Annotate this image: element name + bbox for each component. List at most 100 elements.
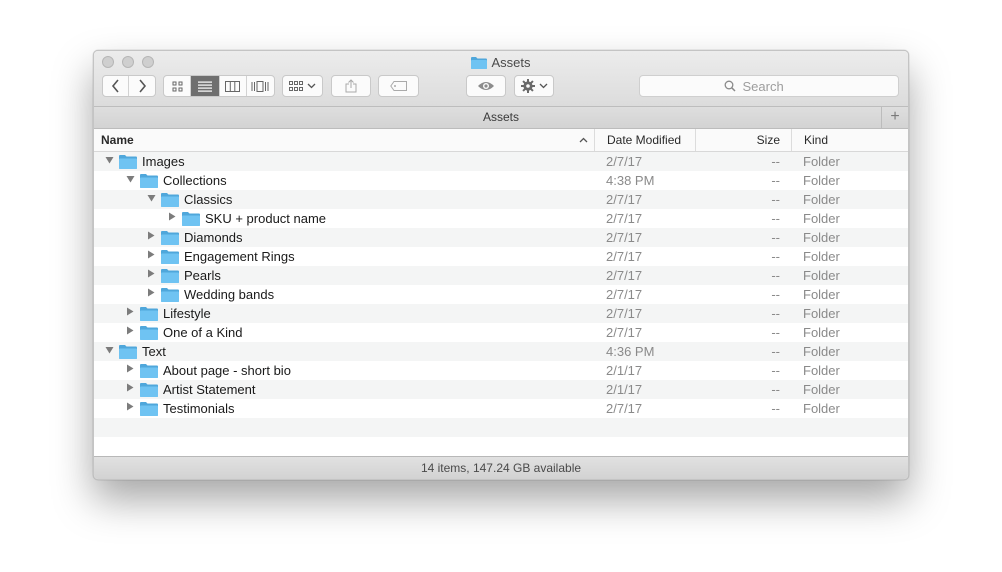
list-item[interactable]: Collections 4:38 PM -- Folder bbox=[94, 171, 908, 190]
file-name: Wedding bands bbox=[184, 287, 275, 302]
file-kind: Folder bbox=[803, 306, 840, 321]
folder-icon bbox=[161, 269, 179, 283]
file-name: Pearls bbox=[184, 268, 221, 283]
quick-look-button[interactable] bbox=[466, 75, 506, 97]
column-header: Name Date Modified Size Kind bbox=[94, 129, 908, 152]
file-kind: Folder bbox=[803, 211, 840, 226]
file-kind: Folder bbox=[803, 268, 840, 283]
disclosure-expanded-icon[interactable] bbox=[104, 342, 114, 361]
share-icon bbox=[345, 79, 357, 93]
share-button[interactable] bbox=[331, 75, 371, 97]
disclosure-expanded-icon[interactable] bbox=[125, 171, 135, 190]
disclosure-collapsed-icon[interactable] bbox=[125, 304, 135, 323]
disclosure-collapsed-icon[interactable] bbox=[146, 228, 156, 247]
disclosure-collapsed-icon[interactable] bbox=[125, 399, 135, 418]
disclosure-collapsed-icon[interactable] bbox=[125, 323, 135, 342]
list-item[interactable]: Lifestyle 2/7/17 -- Folder bbox=[94, 304, 908, 323]
list-item[interactable]: SKU + product name 2/7/17 -- Folder bbox=[94, 209, 908, 228]
list-item[interactable]: Classics 2/7/17 -- Folder bbox=[94, 190, 908, 209]
date-modified: 4:36 PM bbox=[606, 344, 655, 359]
new-tab-button[interactable]: + bbox=[881, 107, 908, 128]
tab-assets[interactable]: Assets bbox=[483, 110, 519, 124]
file-size: -- bbox=[771, 192, 780, 207]
gear-icon bbox=[520, 79, 535, 93]
folder-icon bbox=[161, 288, 179, 302]
folder-icon bbox=[140, 383, 158, 397]
list-view-button[interactable] bbox=[191, 76, 220, 96]
file-size: -- bbox=[771, 230, 780, 245]
file-name: Engagement Rings bbox=[184, 249, 295, 264]
list-item[interactable]: Pearls 2/7/17 -- Folder bbox=[94, 266, 908, 285]
list-item[interactable]: One of a Kind 2/7/17 -- Folder bbox=[94, 323, 908, 342]
disclosure-expanded-icon[interactable] bbox=[146, 190, 156, 209]
list-item[interactable]: Wedding bands 2/7/17 -- Folder bbox=[94, 285, 908, 304]
date-modified: 2/1/17 bbox=[606, 363, 643, 378]
file-size: -- bbox=[771, 268, 780, 283]
file-size: -- bbox=[771, 401, 780, 416]
forward-button[interactable] bbox=[129, 76, 155, 96]
action-menu-button[interactable] bbox=[514, 75, 554, 97]
file-kind: Folder bbox=[803, 401, 840, 416]
chevron-down-icon bbox=[307, 83, 316, 89]
folder-icon bbox=[161, 193, 179, 207]
search-icon bbox=[724, 80, 736, 92]
file-name: Collections bbox=[163, 173, 227, 188]
file-size: -- bbox=[771, 344, 780, 359]
list-item[interactable]: About page - short bio 2/1/17 -- Folder bbox=[94, 361, 908, 380]
disclosure-collapsed-icon[interactable] bbox=[146, 266, 156, 285]
file-kind: Folder bbox=[803, 363, 840, 378]
list-item[interactable]: Engagement Rings 2/7/17 -- Folder bbox=[94, 247, 908, 266]
list-item[interactable]: Diamonds 2/7/17 -- Folder bbox=[94, 228, 908, 247]
chevron-down-icon bbox=[539, 83, 547, 89]
folder-icon bbox=[140, 364, 158, 378]
file-size: -- bbox=[771, 363, 780, 378]
empty-row bbox=[94, 418, 908, 437]
file-list: Images 2/7/17 -- Folder Collections 4:38 PM --… bbox=[94, 152, 908, 456]
date-modified-column-header[interactable]: Date Modified bbox=[594, 129, 696, 151]
status-bar: 14 items, 147.24 GB available bbox=[94, 456, 908, 479]
file-size: -- bbox=[771, 211, 780, 226]
name-column-header[interactable]: Name bbox=[101, 129, 591, 151]
date-modified: 2/7/17 bbox=[606, 154, 643, 169]
tag-button[interactable] bbox=[378, 75, 419, 97]
disclosure-collapsed-icon[interactable] bbox=[146, 247, 156, 266]
list-item[interactable]: Text 4:36 PM -- Folder bbox=[94, 342, 908, 361]
cover-flow-icon bbox=[251, 80, 269, 92]
column-view-button[interactable] bbox=[220, 76, 247, 96]
icon-view-button[interactable] bbox=[164, 76, 192, 96]
list-item[interactable]: Images 2/7/17 -- Folder bbox=[94, 152, 908, 171]
kind-column-header[interactable]: Kind bbox=[791, 129, 908, 151]
columns-icon bbox=[225, 80, 241, 92]
disclosure-collapsed-icon[interactable] bbox=[125, 361, 135, 380]
file-name: Text bbox=[142, 344, 166, 359]
size-column-label: Size bbox=[756, 133, 780, 147]
search-input[interactable] bbox=[740, 77, 815, 95]
file-name: Testimonials bbox=[163, 401, 235, 416]
sort-ascending-icon bbox=[579, 137, 588, 143]
disclosure-collapsed-icon[interactable] bbox=[125, 380, 135, 399]
folder-icon bbox=[161, 250, 179, 264]
chevron-left-icon bbox=[111, 79, 119, 93]
search-field[interactable] bbox=[639, 75, 899, 97]
file-size: -- bbox=[771, 154, 780, 169]
date-modified: 2/7/17 bbox=[606, 325, 643, 340]
disclosure-collapsed-icon[interactable] bbox=[167, 209, 177, 228]
folder-icon bbox=[140, 402, 158, 416]
view-mode-selector bbox=[163, 75, 275, 97]
list-item[interactable]: Testimonials 2/7/17 -- Folder bbox=[94, 399, 908, 418]
date-modified: 2/7/17 bbox=[606, 287, 643, 302]
size-column-header[interactable]: Size bbox=[695, 129, 792, 151]
cover-flow-view-button[interactable] bbox=[247, 76, 274, 96]
list-item[interactable]: Artist Statement 2/1/17 -- Folder bbox=[94, 380, 908, 399]
chevron-right-icon bbox=[139, 79, 147, 93]
tag-icon bbox=[389, 81, 407, 91]
disclosure-expanded-icon[interactable] bbox=[104, 152, 114, 171]
file-kind: Folder bbox=[803, 173, 840, 188]
file-name: SKU + product name bbox=[205, 211, 327, 226]
arrange-button[interactable] bbox=[282, 75, 323, 97]
file-size: -- bbox=[771, 306, 780, 321]
back-button[interactable] bbox=[103, 76, 130, 96]
file-kind: Folder bbox=[803, 382, 840, 397]
disclosure-collapsed-icon[interactable] bbox=[146, 285, 156, 304]
folder-icon bbox=[119, 155, 137, 169]
